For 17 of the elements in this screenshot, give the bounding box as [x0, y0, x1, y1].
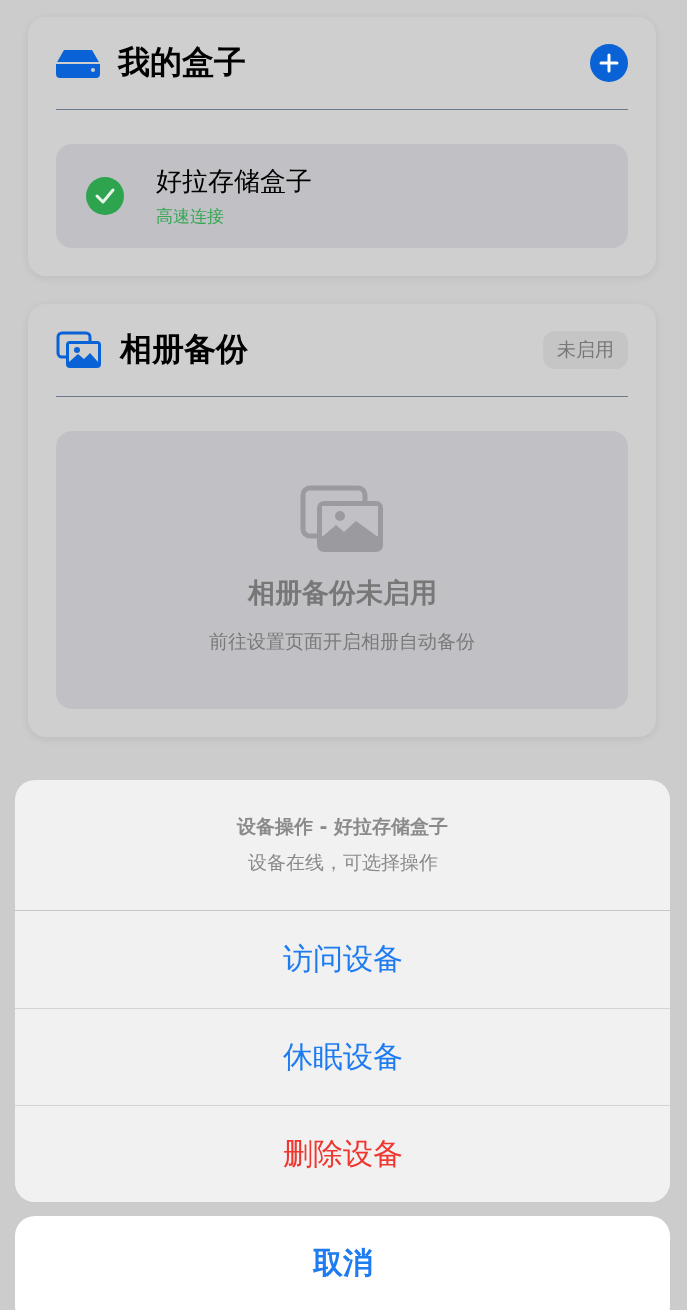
device-name: 好拉存储盒子 [156, 165, 312, 198]
drive-icon [56, 48, 100, 78]
add-button[interactable] [590, 44, 628, 82]
sheet-message: 设备在线，可选择操作 [247, 850, 438, 875]
connection-status: 高速连接 [156, 205, 225, 228]
cancel-button[interactable]: 取消 [15, 1216, 670, 1310]
status-badge: 未启用 [543, 331, 628, 369]
photos-icon [300, 485, 384, 553]
card-title: 我的盒子 [118, 42, 247, 83]
sheet-title: 设备操作 - 好拉存储盒子 [236, 814, 449, 839]
empty-title: 相册备份未启用 [247, 576, 437, 610]
plus-icon [599, 53, 619, 73]
card-title: 相册备份 [120, 329, 249, 370]
device-item[interactable]: 好拉存储盒子 高速连接 [56, 144, 628, 248]
empty-hint: 前往设置页面开启相册自动备份 [209, 629, 475, 654]
delete-action[interactable]: 删除设备 [15, 1105, 670, 1202]
photos-icon [56, 331, 102, 369]
